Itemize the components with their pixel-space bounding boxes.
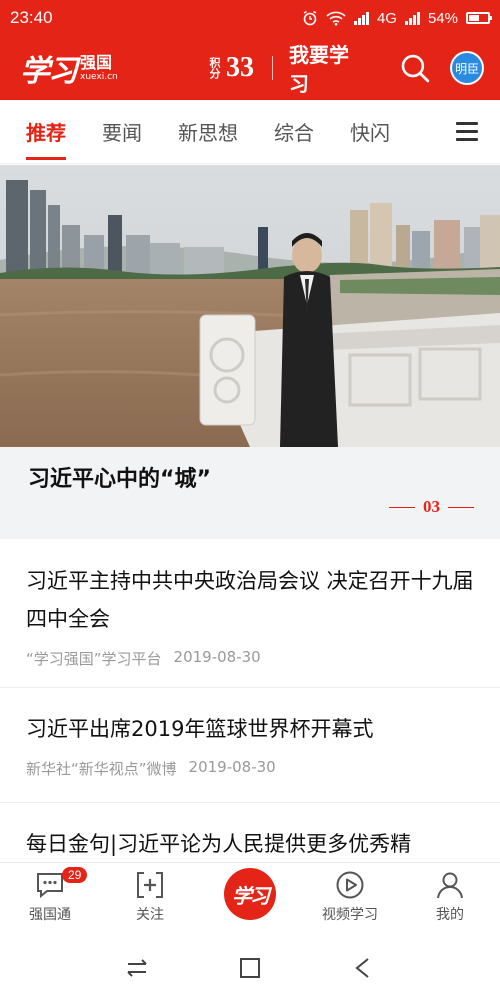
nav-video-study[interactable]: 视频学习 [300,863,400,936]
status-bar: 23:40 4G 54% [0,0,500,36]
news-title: 每日金句|习近平论为人民提供更多优秀精 [26,832,412,856]
chat-icon [37,873,63,899]
hero-page-number: 03 [423,497,440,516]
hero-caption[interactable]: 习近平心中的“城” 03 [0,447,500,539]
points-value: 33 [225,52,254,83]
news-meta: “学习强国”学习平台 2019-08-30 [26,648,474,669]
bottom-nav: 强国通 29 关注 学习 视频学习 我的 [0,862,500,936]
header-divider [271,56,273,80]
play-icon [336,871,364,899]
notification-badge: 29 [62,867,88,883]
wifi-icon [326,11,346,26]
app-logo[interactable]: 学习 强国 xuexi.cn [20,46,169,90]
signal-icon [353,11,369,25]
avatar[interactable]: 明臣 [450,51,485,85]
logo-cn: 强国 [80,52,113,72]
news-meta: 新华社“新华视点”微博 2019-08-30 [26,758,474,779]
battery-percent: 54% [427,9,458,27]
news-source: 新华社“新华视点”微博 [26,760,177,778]
battery-icon [466,12,492,24]
page-line-left [389,506,415,508]
news-date: 2019-08-30 [188,758,276,776]
nav-label: 我的 [436,907,464,923]
logo-text: 强国 xuexi.cn [80,52,118,82]
nav-xuexi-home[interactable]: 学习 [200,863,300,936]
nav-qiangguotong[interactable]: 强国通 29 [0,863,100,936]
nav-mine[interactable]: 我的 [400,863,500,936]
system-nav [0,936,500,1000]
hero-title: 习近平心中的“城” [28,467,211,492]
points-display[interactable]: 积分 33 [207,52,254,84]
nav-follow[interactable]: 关注 [100,863,200,936]
network-type: 4G [376,9,397,27]
tab-flash[interactable]: 快闪 [350,117,390,146]
person-icon [437,872,463,899]
search-icon[interactable] [400,53,430,83]
battery-fill [469,15,479,21]
status-icons: 4G 54% [302,9,492,27]
follow-icon [137,872,163,898]
signal-icon-2 [404,11,420,25]
home-icon[interactable] [237,955,263,981]
alarm-icon [303,10,317,26]
tab-new-thought[interactable]: 新思想 [178,117,238,146]
hero-photo [0,165,500,447]
news-date: 2019-08-30 [173,648,261,666]
status-time: 23:40 [10,8,53,27]
study-button[interactable]: 我要学习 [289,39,368,97]
channel-tabs: 推荐 要闻 新思想 综合 快闪 [0,100,500,164]
nav-label: 视频学习 [322,907,378,923]
news-title: 习近平主持中共中央政治局会议 决定召开十九届四中全会 [26,569,474,631]
hero-image[interactable] [0,165,500,447]
app-header: 学习 强国 xuexi.cn 积分 33 我要学习 明臣 [0,36,500,100]
news-list: 习近平主持中共中央政治局会议 决定召开十九届四中全会 “学习强国”学习平台 20… [0,540,500,866]
tab-general[interactable]: 综合 [274,117,314,146]
news-title: 习近平出席2019年篮球世界杯开幕式 [26,717,374,741]
points-label: 积分 [207,57,221,79]
page-line-right [448,506,474,508]
nav-label: 强国通 [29,907,71,923]
tab-recommend[interactable]: 推荐 [26,117,66,160]
recent-apps-icon[interactable] [124,955,150,981]
list-item[interactable]: 习近平主持中共中央政治局会议 决定召开十九届四中全会 “学习强国”学习平台 20… [0,540,500,688]
list-item[interactable]: 每日金句|习近平论为人民提供更多优秀精 [0,802,500,866]
logo-mark: 学习 [20,54,78,89]
tab-news[interactable]: 要闻 [102,117,142,146]
nav-label: 关注 [136,907,164,923]
hero-page-indicator: 03 [389,497,474,517]
back-icon[interactable] [350,955,376,981]
xuexi-logo-icon: 学习 [224,868,276,920]
news-source: “学习强国”学习平台 [26,650,162,668]
logo-en: xuexi.cn [80,71,118,82]
list-item[interactable]: 习近平出席2019年篮球世界杯开幕式 新华社“新华视点”微博 2019-08-3… [0,688,500,802]
menu-icon[interactable] [456,122,478,142]
